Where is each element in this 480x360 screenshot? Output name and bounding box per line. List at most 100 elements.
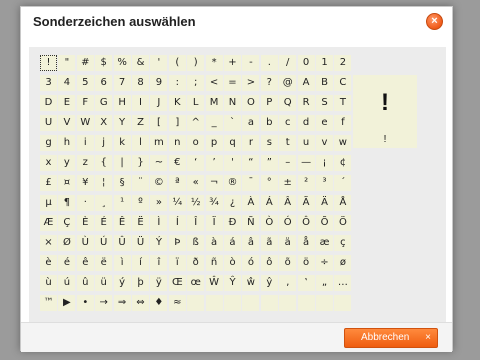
character-cell[interactable]: í [132, 255, 149, 271]
character-cell[interactable]: ° [260, 175, 278, 191]
character-cell[interactable]: Ú [95, 235, 113, 251]
character-cell[interactable]: n [168, 135, 186, 151]
character-cell[interactable]: Ã [297, 195, 315, 211]
character-cell[interactable]: ª [168, 175, 186, 191]
character-cell[interactable]: 4 [58, 75, 76, 91]
character-cell[interactable]: ¸ [95, 195, 113, 211]
character-cell[interactable] [187, 295, 205, 311]
character-cell[interactable]: ’ [205, 155, 223, 171]
character-cell[interactable]: ñ [205, 255, 223, 271]
character-cell[interactable]: h [58, 135, 76, 151]
character-cell[interactable]: & [132, 55, 149, 71]
character-cell[interactable]: S [316, 95, 333, 111]
character-cell[interactable]: î [150, 255, 168, 271]
character-cell[interactable]: ⇔ [132, 295, 149, 311]
character-cell[interactable]: * [205, 55, 223, 71]
character-cell[interactable]: u [297, 135, 315, 151]
character-cell[interactable]: ê [76, 255, 94, 271]
character-cell[interactable]: t [279, 135, 297, 151]
character-cell[interactable]: Ç [58, 215, 76, 231]
character-cell[interactable]: < [205, 75, 223, 91]
character-cell[interactable]: C [334, 75, 352, 91]
character-cell[interactable]: 6 [95, 75, 113, 91]
character-cell[interactable]: © [150, 175, 168, 191]
character-cell[interactable]: £ [40, 175, 57, 191]
character-cell[interactable]: ó [242, 255, 260, 271]
character-cell[interactable]: â [242, 235, 260, 251]
character-cell[interactable]: — [297, 155, 315, 171]
character-cell[interactable]: H [113, 95, 131, 111]
character-cell[interactable]: ” [260, 155, 278, 171]
character-cell[interactable]: P [260, 95, 278, 111]
character-cell[interactable]: f [334, 115, 352, 131]
character-cell[interactable]: z [76, 155, 94, 171]
character-cell[interactable]: º [132, 195, 149, 211]
character-cell[interactable]: ® [224, 175, 241, 191]
character-cell[interactable]: Ù [76, 235, 94, 251]
close-icon[interactable]: × [426, 13, 443, 30]
character-cell[interactable]: È [76, 215, 94, 231]
cancel-button[interactable]: Abbrechen × [344, 328, 438, 348]
character-cell[interactable]: ¦ [95, 175, 113, 191]
character-cell[interactable]: Ŵ [205, 275, 223, 291]
character-cell[interactable]: ß [187, 235, 205, 251]
character-cell[interactable]: Ŷ [224, 275, 241, 291]
character-cell[interactable]: x [40, 155, 57, 171]
character-cell[interactable]: r [242, 135, 260, 151]
character-cell[interactable]: ì [113, 255, 131, 271]
character-cell[interactable] [205, 295, 223, 311]
character-cell[interactable] [224, 295, 241, 311]
character-cell[interactable]: 7 [113, 75, 131, 91]
character-cell[interactable]: Ö [334, 215, 352, 231]
character-cell[interactable]: J [150, 95, 168, 111]
character-cell[interactable]: [ [150, 115, 168, 131]
character-cell[interactable]: I [132, 95, 149, 111]
character-cell[interactable]: Ê [113, 215, 131, 231]
character-cell[interactable]: ï [168, 255, 186, 271]
character-cell[interactable]: ♦ [150, 295, 168, 311]
character-cell[interactable]: ' [150, 55, 168, 71]
character-cell[interactable]: ð [187, 255, 205, 271]
character-cell[interactable]: N [224, 95, 241, 111]
character-cell[interactable]: à [205, 235, 223, 251]
character-cell[interactable]: ‘ [187, 155, 205, 171]
character-cell[interactable]: € [168, 155, 186, 171]
character-cell[interactable]: K [168, 95, 186, 111]
character-cell[interactable]: À [242, 195, 260, 211]
character-cell[interactable]: B [316, 75, 333, 91]
character-cell[interactable]: … [334, 275, 352, 291]
character-cell[interactable]: Í [168, 215, 186, 231]
character-cell[interactable]: p [205, 135, 223, 151]
character-cell[interactable]: · [76, 195, 94, 211]
character-cell[interactable]: E [58, 95, 76, 111]
character-cell[interactable]: $ [95, 55, 113, 71]
character-cell[interactable]: O [242, 95, 260, 111]
character-cell[interactable]: ä [279, 235, 297, 251]
character-cell[interactable]: æ [316, 235, 333, 251]
character-cell[interactable]: ≈ [168, 295, 186, 311]
character-cell[interactable]: § [113, 175, 131, 191]
character-cell[interactable]: Å [334, 195, 352, 211]
character-cell[interactable]: ⇒ [113, 295, 131, 311]
character-cell[interactable]: ú [58, 275, 76, 291]
character-cell[interactable]: ¥ [76, 175, 94, 191]
character-cell[interactable]: ' [224, 155, 241, 171]
character-cell[interactable]: ¿ [224, 195, 241, 211]
character-cell[interactable]: ¹ [113, 195, 131, 211]
character-cell[interactable]: ` [224, 115, 241, 131]
character-cell[interactable]: T [334, 95, 352, 111]
character-cell[interactable]: l [132, 135, 149, 151]
character-cell[interactable]: > [242, 75, 260, 91]
character-cell[interactable] [279, 295, 297, 311]
character-cell[interactable]: Æ [40, 215, 57, 231]
character-cell[interactable]: ø [334, 255, 352, 271]
character-cell[interactable]: 5 [76, 75, 94, 91]
character-cell[interactable]: Ï [205, 215, 223, 231]
character-cell[interactable]: ? [260, 75, 278, 91]
character-cell[interactable]: ü [95, 275, 113, 291]
character-cell[interactable]: ô [260, 255, 278, 271]
character-cell[interactable]: % [113, 55, 131, 71]
character-cell[interactable]: Z [132, 115, 149, 131]
character-cell[interactable]: 0 [297, 55, 315, 71]
character-cell[interactable]: ¬ [205, 175, 223, 191]
